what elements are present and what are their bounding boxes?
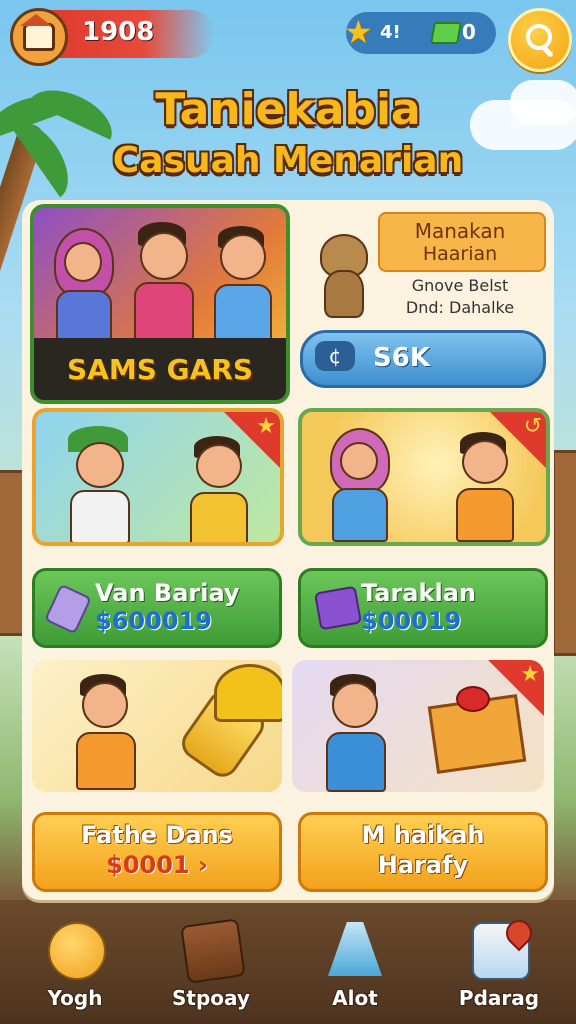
offer-button[interactable]: Fathe Dans $0001 › [32,812,282,892]
boy-character [210,226,272,342]
piggy-bank-icon [48,922,106,980]
boy-character [452,432,516,542]
offer-title: M haikah [361,821,485,849]
coin-count: 1908 [82,17,155,47]
funnel-icon [328,922,382,976]
nav-label: Alot [332,986,378,1010]
nav-label: Yogh [47,986,103,1010]
nav-item-stpoay[interactable]: Stpoay [156,914,266,1018]
bow-icon [456,686,490,712]
buy-button-label: S6K [373,343,430,373]
offer-price: $0001 › [106,851,208,879]
feature-card[interactable]: SAMS GARS [30,204,290,404]
girl-character [328,428,390,542]
boy-character [130,222,194,342]
coin-icon: ¢ [315,341,355,371]
suitcase-icon [180,918,246,984]
offer-button[interactable]: M haikah Harafy [298,812,548,892]
offer-card-boy[interactable] [32,660,282,792]
search-icon [526,24,552,50]
home-icon[interactable] [10,8,68,66]
deal-price: $00019 [361,607,462,635]
deal-title: Taraklan [361,579,476,607]
crystal-icon [44,583,92,635]
nav-item-yogh[interactable]: Yogh [20,914,130,1018]
deal-button[interactable]: Van Bariay $600019 [32,568,282,648]
game-title: Taniekabia [155,84,421,135]
deal-price: $600019 [95,607,212,635]
dog-mascot-icon [312,226,372,322]
cash-icon [430,22,462,44]
cash-count: 0 [462,20,476,44]
nav-item-alot[interactable]: Alot [300,914,410,1018]
search-button[interactable] [508,8,572,72]
offer-subtitle: Harafy [377,851,469,879]
leaf-fan-icon [214,664,282,722]
scene-card-boys[interactable]: ★ [32,408,284,546]
info-tag-line2: Haarian [422,243,498,265]
feature-label: SAMS GARS [67,353,253,386]
offer-title: Fathe Dans [81,821,233,849]
info-desc-line1: Gnove Belst [411,276,509,295]
deal-title: Van Bariay [95,579,240,607]
info-tag-line1: Manakan [414,219,506,243]
deal-button[interactable]: Taraklan $00019 [298,568,548,648]
hut [552,450,576,656]
boy-character [72,674,136,790]
purple-box-icon [314,585,362,631]
star-icon: ★ [344,13,373,51]
boy-character [322,674,386,792]
boy-character [186,436,250,542]
nav-label: Pdarag [458,986,540,1010]
scene-card-girl[interactable]: ↺ [298,408,550,546]
girl-character [52,228,114,344]
buy-button[interactable]: ¢ S6K [300,330,546,388]
info-desc-line2: Dnd: Dahalke [405,298,515,317]
offer-card-gift[interactable]: ★ [292,660,544,792]
nav-label: Stpoay [172,986,250,1010]
star-count: 4! [380,22,401,43]
boy-character [64,426,134,542]
game-subtitle: Casuah Menarian [112,140,464,181]
nav-item-pdarag[interactable]: Pdarag [444,914,554,1018]
